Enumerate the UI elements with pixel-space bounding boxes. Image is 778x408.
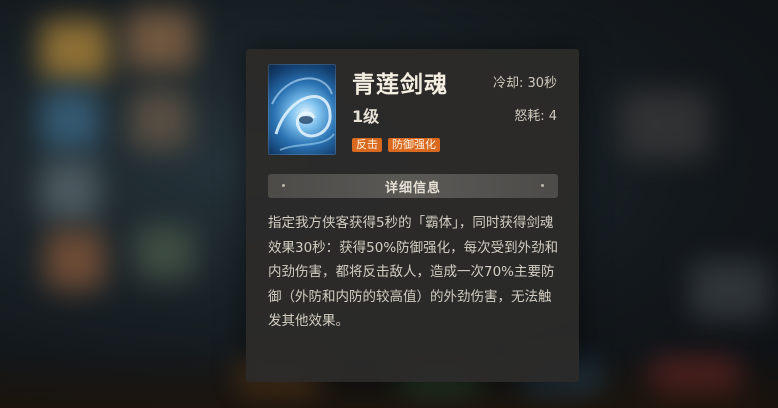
tag-defense-boost: 防御强化 — [388, 138, 440, 152]
cooldown-text: 冷却: 30秒 — [492, 76, 557, 91]
background-card-blur — [40, 160, 100, 220]
sword-soul-swirl-icon — [268, 64, 336, 155]
background-card-blur — [130, 90, 190, 150]
detail-info-label: 详细信息 — [384, 180, 441, 196]
background-card-blur — [690, 260, 770, 320]
background-card-blur — [135, 225, 195, 280]
rage-cost-text: 怒耗: 4 — [514, 109, 557, 124]
background-card-blur — [620, 90, 710, 160]
skill-name: 青莲剑魂 — [352, 71, 448, 98]
skill-level: 1级 — [352, 107, 380, 126]
background-card-blur — [45, 230, 105, 290]
tag-counter: 反击 — [352, 138, 382, 152]
background-card-blur — [40, 20, 110, 80]
skill-description: 指定我方侠客获得5秒的「霸体」，同时获得剑魂效果30秒：获得50%防御强化，每次… — [268, 215, 559, 329]
detail-info-header[interactable]: 详细信息 — [268, 174, 558, 198]
right-dot-icon — [541, 184, 544, 187]
skill-tags: 反击 防御强化 — [352, 138, 440, 152]
background-card-blur — [125, 10, 195, 70]
swirl-graphic — [271, 77, 335, 151]
left-dot-icon — [282, 184, 285, 187]
background-card-blur — [40, 90, 100, 150]
skill-tooltip-panel: 青莲剑魂 1级 冷却: 30秒 怒耗: 4 反击 防御强化 详细信息 指定我方侠… — [246, 49, 579, 382]
